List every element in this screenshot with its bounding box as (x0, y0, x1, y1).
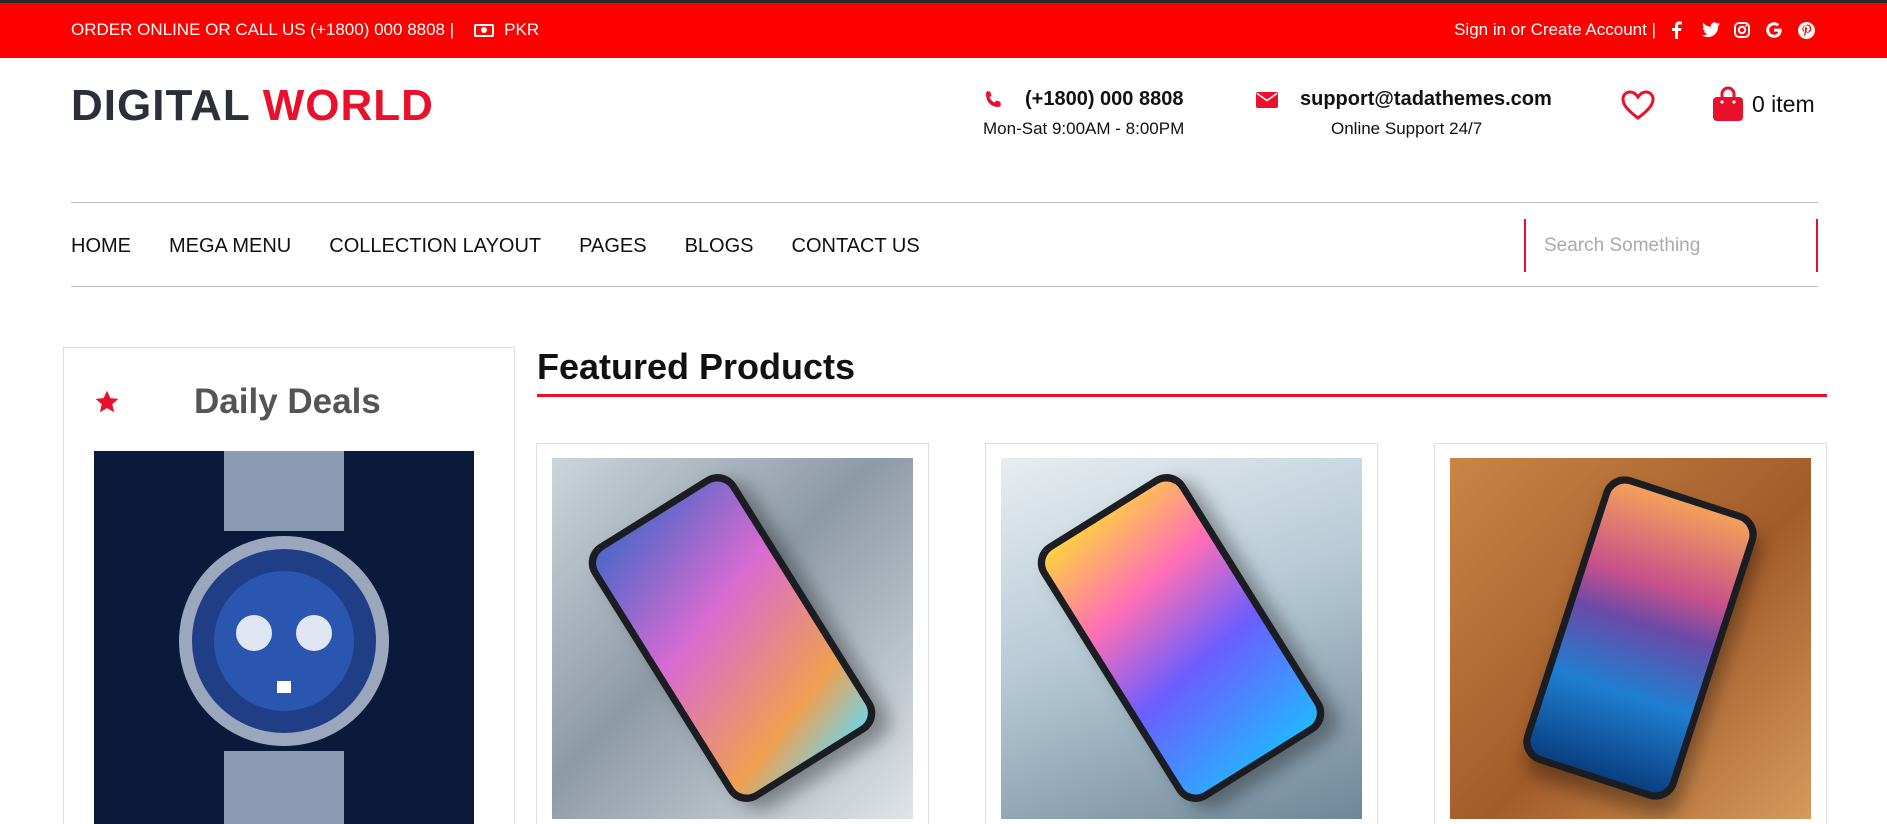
top-bar-right: Sign in or Create Account | (1454, 20, 1816, 40)
product-image[interactable] (1001, 458, 1362, 819)
watch-image (179, 451, 389, 824)
product-card[interactable] (985, 443, 1378, 824)
daily-deals-panel: Daily Deals (63, 347, 515, 824)
product-image[interactable] (552, 458, 913, 819)
instagram-icon[interactable] (1734, 22, 1752, 38)
daily-deals-title: Daily Deals (194, 382, 381, 421)
phone-contact: (+1800) 000 8808 Mon-Sat 9:00AM - 8:00PM (983, 88, 1184, 139)
order-call-text: ORDER ONLINE OR CALL US (+1800) 000 8808… (71, 20, 455, 39)
main-nav: HOME MEGA MENU COLLECTION LAYOUT PAGES B… (71, 202, 1818, 287)
product-image[interactable] (1450, 458, 1811, 819)
top-bar: ORDER ONLINE OR CALL US (+1800) 000 8808… (0, 0, 1887, 58)
daily-deal-product-image[interactable] (94, 451, 474, 824)
phone-product-illustration (1029, 465, 1333, 811)
phone-icon (986, 90, 1001, 107)
cart[interactable]: 0 item (1712, 86, 1815, 122)
logo[interactable]: DIGITAL WORLD (71, 84, 434, 128)
email-contact: support@tadathemes.com Online Support 24… (1256, 88, 1552, 139)
cart-count: 0 item (1752, 90, 1815, 117)
nav-item-collection-layout[interactable]: COLLECTION LAYOUT (329, 235, 541, 258)
facebook-icon[interactable] (1670, 21, 1688, 39)
search-input[interactable] (1526, 219, 1816, 272)
top-bar-left: ORDER ONLINE OR CALL US (+1800) 000 8808… (71, 20, 539, 40)
envelope-icon (1256, 91, 1278, 108)
nav-item-mega-menu[interactable]: MEGA MENU (169, 235, 291, 258)
phone-product-illustration (1517, 470, 1763, 806)
shopping-bag-icon (1713, 86, 1743, 121)
featured-products-title: Featured Products (537, 346, 1827, 397)
pinterest-icon[interactable] (1798, 21, 1816, 39)
logo-text-world: WORLD (262, 81, 434, 130)
phone-number[interactable]: (+1800) 000 8808 (1025, 88, 1183, 111)
email-support-text: Online Support 24/7 (1331, 119, 1483, 138)
wishlist-heart-icon[interactable] (1621, 90, 1655, 120)
product-card[interactable] (1434, 443, 1827, 824)
phone-hours: Mon-Sat 9:00AM - 8:00PM (983, 119, 1185, 138)
nav-item-home[interactable]: HOME (71, 235, 131, 258)
account-link[interactable]: Sign in or Create Account | (1454, 20, 1656, 40)
phone-product-illustration (580, 465, 884, 811)
star-icon (95, 390, 119, 413)
featured-products-section: Featured Products (537, 346, 1827, 397)
google-icon[interactable] (1766, 22, 1784, 38)
nav-menu: HOME MEGA MENU COLLECTION LAYOUT PAGES B… (71, 235, 958, 258)
daily-deals-header: Daily Deals (94, 382, 381, 422)
product-card[interactable] (536, 443, 929, 824)
nav-item-pages[interactable]: PAGES (579, 235, 646, 258)
email-address[interactable]: support@tadathemes.com (1300, 88, 1552, 111)
logo-text-digital: DIGITAL (71, 81, 251, 130)
nav-item-contact-us[interactable]: CONTACT US (792, 235, 920, 258)
twitter-icon[interactable] (1702, 22, 1720, 38)
currency-icon[interactable] (474, 23, 495, 37)
currency-selector[interactable]: PKR (504, 20, 539, 40)
nav-item-blogs[interactable]: BLOGS (685, 235, 754, 258)
search-box (1524, 219, 1818, 272)
